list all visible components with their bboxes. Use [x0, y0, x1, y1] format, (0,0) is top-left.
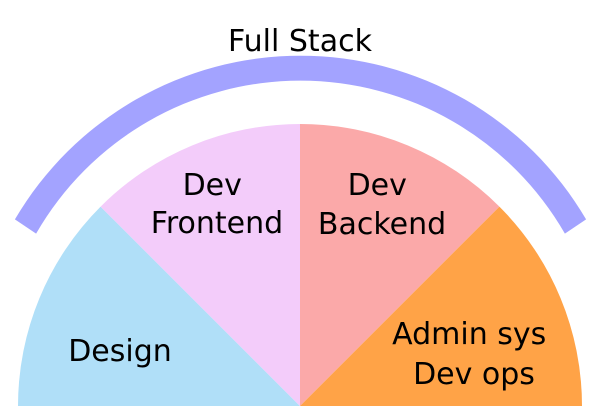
- diagram-canvas: Full Stack Design Dev Frontend Dev Backe…: [14, 24, 587, 406]
- sector-label-line: Dev: [348, 168, 407, 203]
- full-stack-diagram: Full Stack Design Dev Frontend Dev Backe…: [0, 0, 600, 420]
- sector-label-line: Design: [68, 334, 172, 369]
- sector-label-design: Design: [68, 334, 172, 369]
- sector-label-line: Backend: [318, 207, 446, 242]
- sector-label-line: Admin sys: [392, 317, 546, 352]
- sector-label-line: Dev ops: [413, 357, 535, 392]
- sector-label-line: Frontend: [151, 206, 283, 241]
- sector-label-line: Dev: [183, 168, 242, 203]
- diagram-title: Full Stack: [228, 24, 373, 59]
